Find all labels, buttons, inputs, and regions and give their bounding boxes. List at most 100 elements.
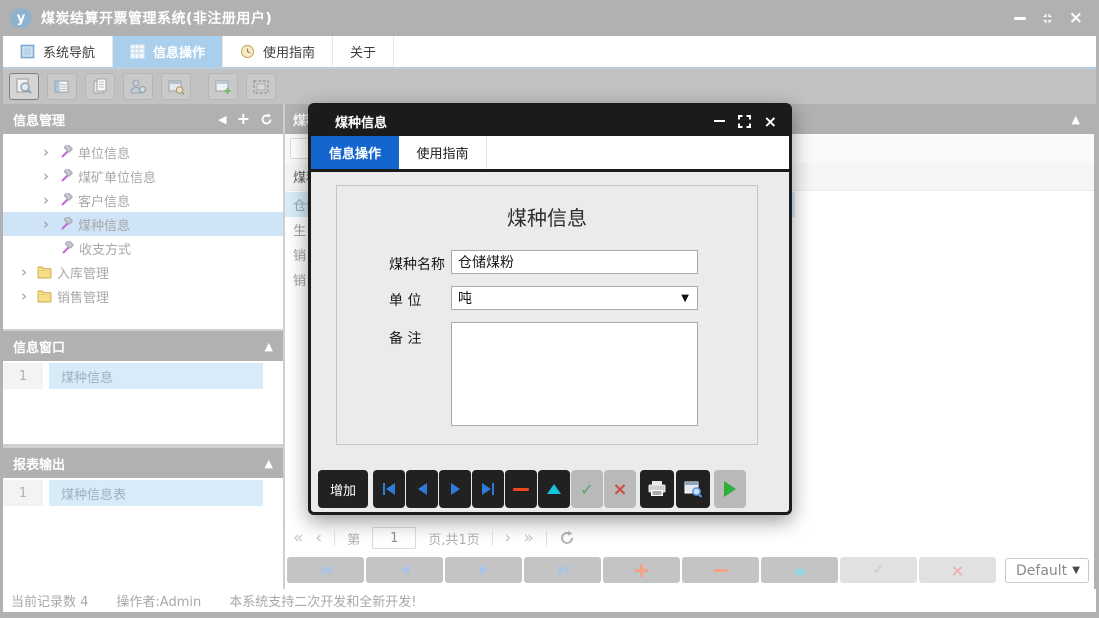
cancel-button[interactable]: × (919, 557, 996, 583)
toolbar-window-new-button[interactable] (208, 73, 238, 100)
record-last-button[interactable] (472, 470, 504, 508)
run-button[interactable] (714, 470, 746, 508)
nav-last-icon (492, 483, 494, 495)
nav-next-icon (479, 565, 488, 575)
form-title: 煤种信息 (507, 206, 587, 230)
toolbar-user-config-button[interactable] (123, 73, 153, 100)
dialog-minimize-icon[interactable] (713, 120, 725, 122)
add-button[interactable]: 增加 (318, 470, 368, 508)
dialog-maximize-icon[interactable] (737, 114, 751, 128)
tree-item-coal-type-info[interactable]: › 煤种信息 (3, 212, 283, 236)
tab-about[interactable]: 关于 (333, 36, 395, 67)
add-record-button[interactable] (603, 557, 680, 583)
record-first-button[interactable] (373, 470, 405, 508)
window-search-icon (684, 481, 703, 498)
tree-item-customer-info[interactable]: › 客户信息 (3, 188, 283, 212)
tree-item-mine-unit-info[interactable]: › 煤矿单位信息 (3, 164, 283, 188)
move-up-button[interactable] (761, 557, 838, 583)
coal-name-input[interactable] (451, 250, 698, 274)
dialog-close-icon[interactable]: × (764, 113, 777, 129)
dialog-titlebar[interactable]: 煤种信息 × (311, 106, 789, 136)
chevron-down-icon: ▼ (1072, 565, 1080, 576)
next-page-icon[interactable]: › (505, 529, 512, 547)
prev-page-icon[interactable]: ‹ (315, 529, 322, 547)
restore-icon[interactable] (1041, 12, 1054, 25)
pagination-bar: « ‹ 第 页,共1页 › » (293, 523, 575, 553)
note-textarea[interactable] (451, 322, 698, 426)
nav-last-button[interactable] (524, 557, 601, 583)
check-icon: ✓ (580, 479, 594, 499)
dialog-tab-user-guide[interactable]: 使用指南 (399, 136, 487, 169)
plus-icon (635, 563, 648, 577)
chevron-right-icon[interactable]: › (43, 145, 54, 160)
dialog-tabstrip: 信息操作 使用指南 (311, 136, 789, 169)
tool-icon (61, 169, 73, 182)
toolbar-search-document-button[interactable] (9, 73, 39, 100)
search-document-icon (16, 78, 32, 94)
list-item[interactable]: 1 煤种信息 (3, 363, 283, 389)
tree-item-sales-management[interactable]: › 销售管理 (3, 284, 283, 308)
toolbar-window-zoom-button[interactable] (161, 73, 191, 100)
find-button[interactable] (676, 470, 710, 508)
play-icon (724, 481, 736, 497)
unit-select[interactable]: 吨 ▼ (451, 286, 698, 310)
nav-first-icon (383, 483, 385, 495)
tree-item-unit-info[interactable]: › 单位信息 (3, 140, 283, 164)
nav-first-button[interactable] (287, 557, 364, 583)
remove-record-button[interactable] (682, 557, 759, 583)
toolbar-copy-pages-button[interactable] (85, 73, 115, 100)
chevron-right-icon[interactable]: › (43, 217, 54, 232)
toolbar-selection-frame-button[interactable] (246, 73, 276, 100)
cancel-button[interactable]: × (604, 470, 636, 508)
dialog-tab-info-operation[interactable]: 信息操作 (311, 136, 399, 169)
chevron-right-icon[interactable]: › (43, 169, 54, 184)
tree-item-warehouse-management[interactable]: › 入库管理 (3, 260, 283, 284)
collapse-left-icon[interactable]: ◀ (218, 113, 226, 126)
view-select[interactable]: Default ▼ (1005, 558, 1089, 583)
record-next-button[interactable] (439, 470, 471, 508)
chevron-right-icon[interactable]: › (43, 193, 54, 208)
nav-prev-button[interactable] (366, 557, 443, 583)
chevron-right-icon[interactable]: › (21, 289, 32, 304)
page-number-input[interactable] (372, 527, 417, 549)
panel-header-info-management[interactable]: 信息管理 ◀ + (3, 104, 283, 134)
print-button[interactable] (640, 470, 674, 508)
statusbar: 当前记录数 4 操作者:Admin 本系统支持二次开发和全新开发! (3, 589, 1096, 612)
info-windows-list: 1 煤种信息 (3, 361, 283, 444)
collapse-up-icon[interactable]: ▲ (265, 457, 273, 470)
list-item-index: 1 (3, 480, 43, 506)
first-page-icon[interactable]: « (293, 529, 303, 547)
record-prev-button[interactable] (406, 470, 438, 508)
folder-icon (37, 266, 52, 278)
toolbar-form-grid-button[interactable] (47, 73, 77, 100)
collapse-up-icon[interactable]: ▲ (265, 340, 273, 353)
tree-item-payment-method[interactable]: 收支方式 (3, 236, 283, 260)
tool-icon (61, 145, 73, 158)
divider (334, 530, 336, 546)
panel-header-report-output[interactable]: 报表输出 ▲ (3, 448, 283, 478)
minimize-icon[interactable] (1013, 16, 1026, 20)
last-page-icon[interactable]: » (523, 529, 533, 547)
refresh-icon[interactable] (260, 113, 273, 126)
grid-cell: 销 (293, 249, 307, 264)
nav-next-button[interactable] (445, 557, 522, 583)
refresh-icon[interactable] (559, 530, 575, 546)
tab-info-operation[interactable]: 信息操作 (113, 36, 224, 67)
add-icon[interactable]: + (237, 111, 250, 127)
chevron-right-icon[interactable]: › (21, 265, 32, 280)
main-tabstrip: 系统导航 信息操作 使用指南 关于 (3, 36, 1096, 69)
tab-system-nav[interactable]: 系统导航 (3, 36, 114, 67)
tab-user-guide[interactable]: 使用指南 (223, 36, 334, 67)
list-item[interactable]: 1 煤种信息表 (3, 480, 283, 506)
panel-header-info-windows[interactable]: 信息窗口 ▲ (3, 331, 283, 361)
tool-icon (61, 217, 73, 230)
move-up-button[interactable] (538, 470, 570, 508)
tab-label: 系统导航 (43, 46, 96, 61)
close-icon[interactable]: × (1069, 10, 1083, 27)
collapse-up-icon[interactable]: ▲ (1072, 113, 1080, 126)
unit-field-label: 单 位 (389, 293, 422, 309)
confirm-button[interactable]: ✓ (840, 557, 917, 583)
delete-record-button[interactable] (505, 470, 537, 508)
window-icon (20, 44, 35, 59)
confirm-button[interactable]: ✓ (571, 470, 603, 508)
